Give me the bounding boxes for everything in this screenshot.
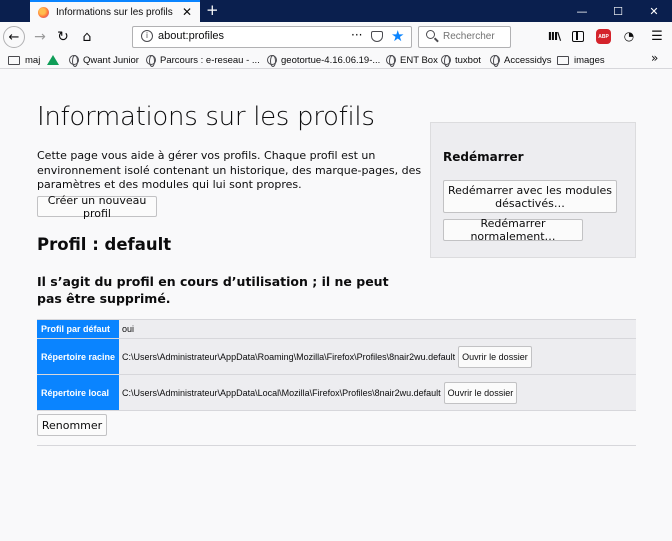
globe-icon	[386, 55, 396, 67]
restart-heading: Redémarrer	[443, 150, 524, 164]
url-bar[interactable]: i about:profiles ··· ★	[132, 26, 412, 48]
navigation-toolbar: ← → ↻ ⌂ i about:profiles ··· ★ Recherche…	[0, 22, 672, 51]
arrow-right-icon: →	[34, 29, 46, 45]
url-text[interactable]: about:profiles	[158, 30, 224, 42]
browser-window: Informations sur les profils ✕ + — ☐ ✕ ←…	[0, 0, 672, 541]
page-actions-icon[interactable]: ···	[351, 28, 362, 42]
hamburger-menu-icon[interactable]: ☰	[650, 29, 664, 44]
page-content: Informations sur les profils Cette page …	[0, 70, 672, 541]
adblock-plus-icon[interactable]: ABP	[596, 29, 611, 44]
bookmark-ent-box[interactable]: ENT Box	[386, 53, 438, 67]
bookmarks-overflow-button[interactable]: »	[651, 51, 658, 65]
root-directory-label: Répertoire racine	[37, 339, 120, 374]
extension-icon[interactable]: ◔	[622, 29, 636, 43]
table-row: Répertoire racine C:\Users\Administrateu…	[37, 339, 636, 374]
tab-title: Informations sur les profils	[56, 6, 173, 18]
bookmark-tuxbot[interactable]: tuxbot	[441, 53, 481, 67]
bookmark-label: tuxbot	[455, 54, 481, 66]
search-input[interactable]: Rechercher	[443, 31, 495, 42]
table-row: Profil par défaut oui	[37, 320, 636, 338]
root-directory-path: C:\Users\Administrateur\AppData\Roaming\…	[122, 351, 456, 362]
home-button[interactable]: ⌂	[76, 26, 98, 48]
globe-icon	[490, 55, 500, 67]
bookmarks-toolbar: maj Qwant Junior Parcours : e-reseau - .…	[0, 51, 672, 69]
pocket-icon[interactable]	[371, 31, 383, 42]
rename-button[interactable]: Renommer	[37, 414, 107, 436]
table-row: Répertoire local C:\Users\Administrateur…	[37, 375, 636, 410]
divider	[37, 445, 636, 446]
bookmark-label: images	[574, 54, 605, 66]
globe-icon	[267, 55, 277, 67]
firefox-icon	[38, 6, 49, 18]
page-title: Informations sur les profils	[37, 102, 375, 132]
restart-normal-button[interactable]: Redémarrer normalement…	[443, 217, 583, 243]
bookmark-star-icon[interactable]: ★	[391, 27, 404, 45]
open-root-folder-button[interactable]: Ouvrir le dossier	[458, 345, 532, 368]
restart-safe-mode-button[interactable]: Redémarrer avec les modules désactivés…	[443, 180, 617, 213]
title-bar: Informations sur les profils ✕ + — ☐ ✕	[0, 0, 672, 22]
bookmark-label: Qwant Junior	[83, 54, 139, 66]
info-icon[interactable]: i	[141, 30, 153, 42]
bookmark-parcours[interactable]: Parcours : e-reseau - ...	[146, 53, 260, 67]
google-drive-icon	[47, 55, 59, 65]
bookmark-maj[interactable]: maj	[8, 53, 40, 67]
default-profile-value: oui	[119, 320, 636, 338]
globe-icon	[441, 55, 451, 67]
open-local-folder-button[interactable]: Ouvrir le dossier	[443, 381, 518, 404]
library-icon[interactable]: III\	[547, 29, 561, 43]
bookmark-label: ENT Box	[400, 54, 438, 66]
folder-icon	[8, 55, 20, 65]
sidebar-icon[interactable]	[572, 31, 584, 42]
restart-panel: Redémarrer Redémarrer avec les modules d…	[430, 122, 636, 258]
bookmark-label: geotortue-4.16.06.19-...	[281, 54, 381, 66]
local-directory-label: Répertoire local	[37, 375, 120, 410]
bookmark-geotortue[interactable]: geotortue-4.16.06.19-...	[267, 53, 380, 67]
local-directory-cell: C:\Users\Administrateur\AppData\Local\Mo…	[119, 375, 636, 410]
globe-icon	[146, 55, 156, 67]
bookmark-label: Accessidys	[504, 54, 552, 66]
bookmark-label: maj	[25, 54, 41, 66]
bookmark-google-drive[interactable]	[47, 53, 64, 67]
profile-heading: Profil : default	[37, 235, 172, 254]
profile-table: Profil par défaut oui Répertoire racine …	[37, 319, 636, 411]
home-icon: ⌂	[82, 29, 92, 45]
minimize-button[interactable]: —	[564, 0, 600, 22]
reload-icon: ↻	[57, 29, 69, 45]
bookmark-label: Parcours : e-reseau - ...	[160, 54, 260, 66]
maximize-button[interactable]: ☐	[600, 0, 636, 22]
tab-close-icon[interactable]: ✕	[182, 5, 192, 19]
folder-icon	[557, 55, 569, 65]
bookmark-qwant-junior[interactable]: Qwant Junior	[69, 53, 139, 67]
search-icon	[426, 30, 435, 39]
reload-button[interactable]: ↻	[52, 26, 74, 48]
bookmark-accessidys[interactable]: Accessidys	[490, 53, 552, 67]
local-directory-path: C:\Users\Administrateur\AppData\Local\Mo…	[122, 387, 441, 398]
back-button[interactable]: ←	[3, 26, 25, 48]
page-description: Cette page vous aide à gérer vos profils…	[37, 149, 422, 191]
globe-icon	[69, 55, 79, 67]
forward-button[interactable]: →	[29, 26, 51, 48]
search-bar[interactable]: Rechercher	[418, 26, 511, 48]
new-tab-button[interactable]: +	[206, 1, 219, 19]
bookmark-images[interactable]: images	[557, 53, 605, 67]
tab-profiles[interactable]: Informations sur les profils ✕	[30, 0, 200, 22]
arrow-left-icon: ←	[8, 29, 20, 45]
default-profile-label: Profil par défaut	[37, 320, 120, 338]
root-directory-cell: C:\Users\Administrateur\AppData\Roaming\…	[119, 339, 636, 374]
close-window-button[interactable]: ✕	[636, 0, 672, 22]
create-profile-button[interactable]: Créer un nouveau profil	[37, 194, 157, 220]
profile-warning: Il s’agit du profil en cours d’utilisati…	[37, 274, 389, 306]
